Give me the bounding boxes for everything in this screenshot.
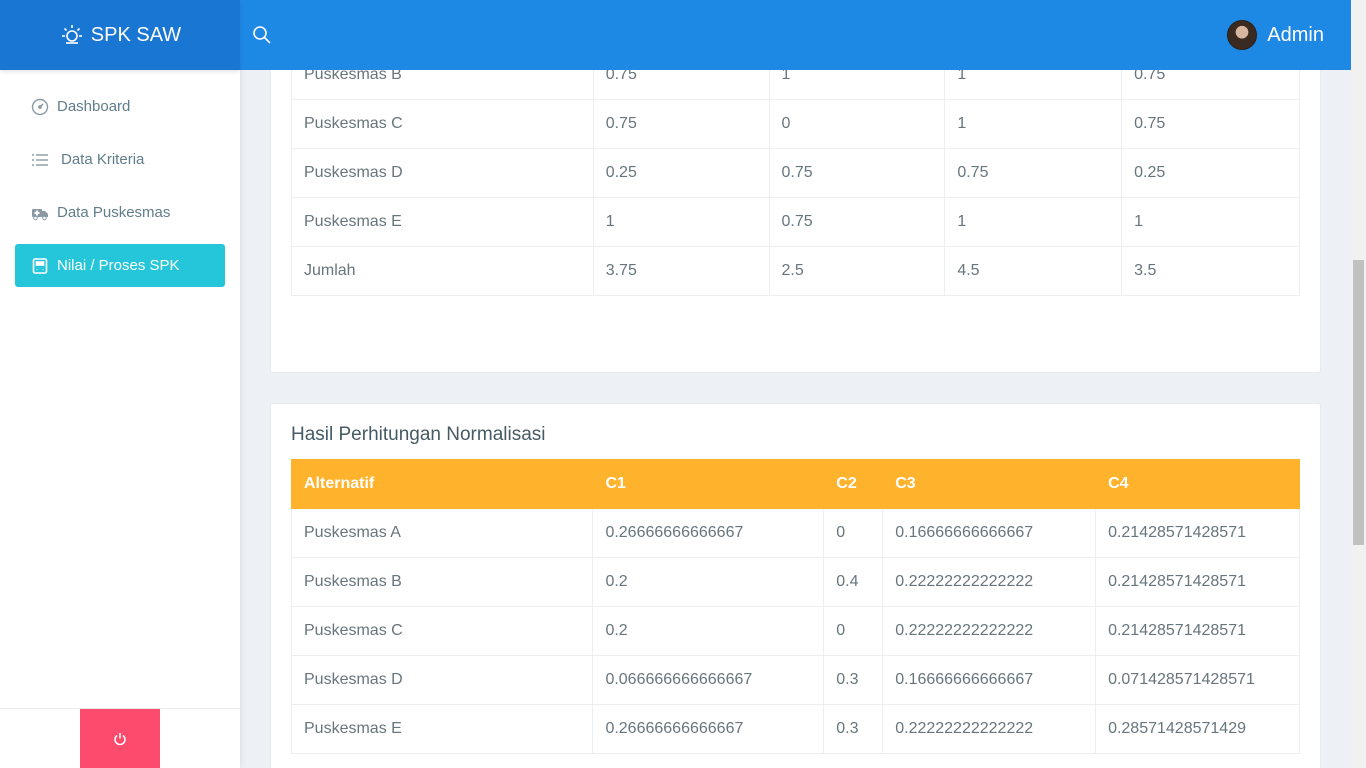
table-cell: 0.16666666666667 (882, 508, 1097, 558)
table-cell: 0.75 (592, 99, 770, 149)
column-header[interactable]: C3 (882, 459, 1097, 509)
table-header-row: Alternatif C1 C2 C3 C4 (290, 459, 1300, 509)
table-cell: 0.2 (592, 606, 825, 656)
sidebar-item-data-kriteria[interactable]: Data Kriteria (15, 138, 225, 181)
sidebar-item-label: Dashboard (57, 98, 131, 115)
column-header[interactable]: Alternatif (290, 459, 594, 509)
table-cell: 0.25 (1121, 148, 1300, 198)
list-icon (32, 153, 48, 166)
table-row: Puskesmas B 0.2 0.4 0.22222222222222 0.21428… (290, 557, 1300, 607)
table-cell: 2.5 (768, 246, 946, 296)
scrollbar-thumb[interactable] (1353, 260, 1364, 545)
table-cell: 0.071428571428571 (1095, 655, 1300, 705)
sidebar-item-label: Data Puskesmas (57, 204, 171, 221)
sidebar-footer (0, 708, 240, 768)
table-cell: Puskesmas E (290, 704, 594, 754)
sidebar-item-label: Data Kriteria (61, 151, 145, 168)
table-cell: Puskesmas C (291, 99, 594, 149)
table-cell: 0.25 (592, 148, 770, 198)
table-cell: 3.5 (1121, 246, 1300, 296)
user-menu[interactable]: Admin (1227, 20, 1324, 50)
table-cell: 0 (823, 606, 884, 656)
table-cell: Puskesmas D (290, 655, 594, 705)
table-cell: Puskesmas A (290, 508, 594, 558)
search-button[interactable] (250, 23, 274, 47)
table-cell: Puskesmas B (290, 557, 594, 607)
table-cell: 0.3 (823, 655, 884, 705)
table-cell: 0.22222222222222 (882, 704, 1097, 754)
sun-logo-icon (61, 25, 82, 44)
table-cell: 4.5 (944, 246, 1123, 296)
table-cell: 1 (592, 197, 770, 247)
table-cell: 0.75 (768, 197, 946, 247)
top-header: SPK SAW Admin (0, 0, 1351, 70)
calculator-icon (32, 257, 48, 274)
brand-logo[interactable]: SPK SAW (0, 0, 240, 70)
table-cell: 0.22222222222222 (882, 557, 1097, 607)
user-name: Admin (1267, 23, 1324, 46)
table-cell: 1 (944, 99, 1123, 149)
table-cell: 0.75 (1121, 99, 1300, 149)
table-cell: 1 (1121, 197, 1300, 247)
table-cell: 0 (768, 99, 946, 149)
table-row: Puskesmas C 0.2 0 0.22222222222222 0.2142857… (290, 606, 1300, 656)
table-cell: Puskesmas D (291, 148, 594, 198)
dashboard-gauge-icon (31, 98, 49, 115)
table-cell: 0.22222222222222 (882, 606, 1097, 656)
table-cell: Jumlah (291, 246, 594, 296)
table-cell: 0.066666666666667 (592, 655, 825, 705)
normalisasi-table: Alternatif C1 C2 C3 C4 Puskesmas A 0.266666666… (290, 459, 1300, 754)
column-header[interactable]: C4 (1095, 459, 1300, 509)
nilai-card: Puskesmas A100.750.75Puskesmas B0.75110.… (270, 20, 1321, 373)
table-cell: 0.26666666666667 (592, 508, 825, 558)
ambulance-icon (32, 208, 48, 220)
table-cell: 0.26666666666667 (592, 704, 825, 754)
table-row: Jumlah 3.75 2.5 4.5 3.5 (291, 246, 1300, 296)
table-cell: 0.21428571428571 (1095, 606, 1300, 656)
table-cell: 3.75 (592, 246, 770, 296)
normalisasi-card: Hasil Perhitungan Normalisasi Alternatif… (270, 403, 1321, 768)
table-row: Puskesmas E 1 0.75 1 1 (291, 197, 1300, 247)
table-cell: 1 (944, 197, 1123, 247)
logout-button[interactable] (80, 709, 160, 768)
table-cell: 0.3 (823, 704, 884, 754)
table-row: Puskesmas A 0.26666666666667 0 0.1666666666… (290, 508, 1300, 558)
column-header[interactable]: C2 (823, 459, 884, 509)
avatar (1227, 20, 1258, 50)
table-cell: 0.21428571428571 (1095, 557, 1300, 607)
card-title: Hasil Perhitungan Normalisasi (291, 424, 546, 445)
table-cell: 0.21428571428571 (1095, 508, 1300, 558)
search-icon (253, 26, 271, 44)
table-cell: Puskesmas E (291, 197, 594, 247)
table-row: Puskesmas D 0.066666666666667 0.3 0.1666666… (290, 655, 1300, 705)
table-row: Puskesmas D 0.25 0.75 0.75 0.25 (291, 148, 1300, 198)
table-row: Puskesmas C 0.75 0 1 0.75 (291, 99, 1300, 149)
column-header[interactable]: C1 (592, 459, 825, 509)
table-row: Puskesmas E 0.26666666666667 0.3 0.22222222… (290, 704, 1300, 754)
sidebar: Dashboard Data Kriteria Data Puskesmas N… (0, 70, 240, 768)
brand-title: SPK SAW (90, 23, 182, 46)
sidebar-item-nilai-proses-spk[interactable]: Nilai / Proses SPK (15, 244, 225, 287)
sidebar-item-dashboard[interactable]: Dashboard (15, 85, 225, 128)
sidebar-item-label: Nilai / Proses SPK (57, 257, 180, 274)
table-cell: 0.75 (768, 148, 946, 198)
table-cell: 0.16666666666667 (882, 655, 1097, 705)
power-icon (114, 733, 126, 746)
table-cell: 0.28571428571429 (1095, 704, 1300, 754)
sidebar-item-data-puskesmas[interactable]: Data Puskesmas (15, 191, 225, 234)
table-cell: 0.75 (944, 148, 1123, 198)
table-cell: 0 (823, 508, 884, 558)
table-cell: 0.2 (592, 557, 825, 607)
table-cell: Puskesmas C (290, 606, 594, 656)
table-cell: 0.4 (823, 557, 884, 607)
